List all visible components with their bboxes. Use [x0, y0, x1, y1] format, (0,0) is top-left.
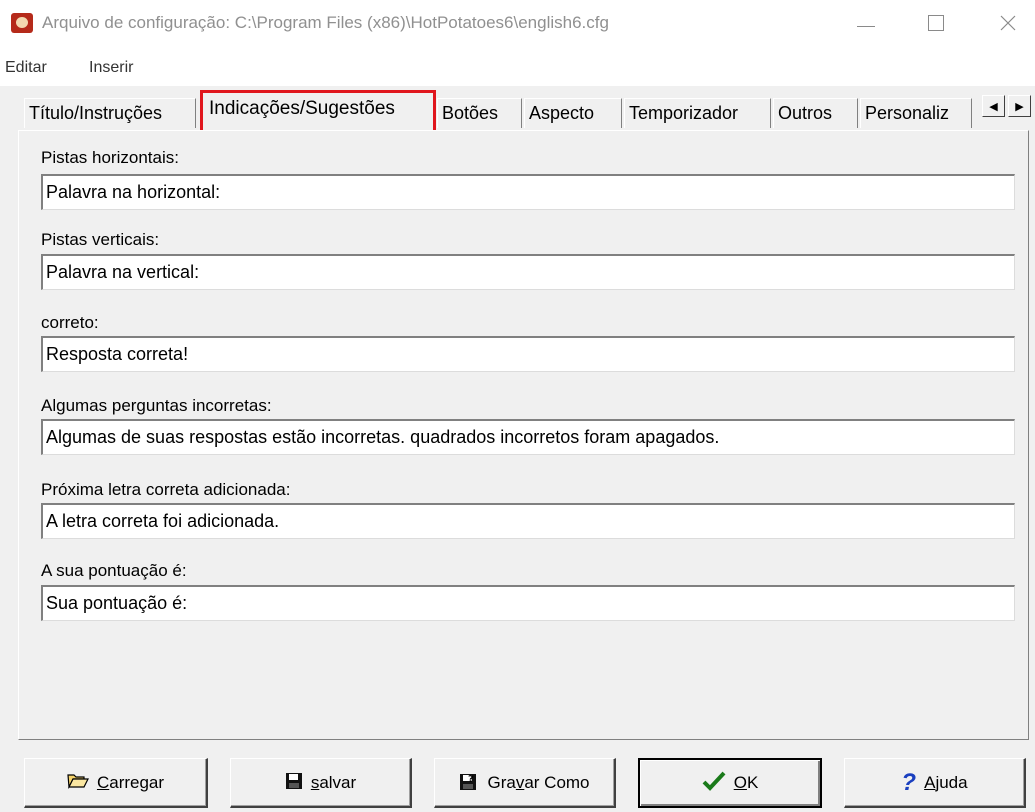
gravar-como-label: Gravar Como — [487, 772, 590, 792]
label-correto: correto: — [41, 313, 99, 332]
algumas-incorretas-input[interactable] — [41, 419, 1015, 455]
help-question-icon: ? — [901, 768, 917, 796]
pistas-verticais-input[interactable] — [41, 254, 1015, 290]
pistas-horizontais-input[interactable] — [41, 174, 1015, 210]
correto-input[interactable] — [41, 336, 1015, 372]
svg-text:?: ? — [468, 774, 474, 785]
title-bar: Arquivo de configuração: C:\Program File… — [0, 0, 1035, 50]
ok-button[interactable]: OK — [638, 758, 822, 808]
proxima-letra-input[interactable] — [41, 503, 1015, 539]
ajuda-button[interactable]: ? Ajuda — [844, 758, 1026, 808]
tab-strip: Título/Instruções Indicações/Sugestões B… — [0, 86, 1035, 132]
ok-label: OK — [733, 773, 759, 792]
hot-potatoes-app-icon[interactable] — [11, 13, 33, 33]
menu-editar[interactable]: Editar — [5, 59, 47, 77]
close-icon — [1000, 15, 1016, 31]
gravar-como-button[interactable]: ? Gravar Como — [434, 758, 616, 808]
tab-temporizador[interactable]: Temporizador — [624, 98, 771, 128]
tab-personaliz[interactable]: Personaliz — [860, 98, 972, 128]
ajuda-label: Ajuda — [924, 772, 968, 792]
checkmark-icon — [702, 771, 726, 795]
tab-scroll-left-icon[interactable]: ◀ — [982, 95, 1005, 117]
label-algumas-incorretas: Algumas perguntas incorretas: — [41, 396, 272, 415]
tab-outros[interactable]: Outros — [773, 98, 858, 128]
floppy-disk-icon — [285, 772, 303, 794]
tab-scroll-right-icon[interactable]: ▶ — [1008, 95, 1031, 117]
folder-open-icon — [67, 773, 89, 793]
salvar-button[interactable]: salvar — [230, 758, 412, 808]
tab-botoes[interactable]: Botões — [437, 98, 522, 128]
save-as-icon: ? — [459, 771, 479, 795]
minimize-button[interactable] — [843, 0, 889, 46]
sua-pontuacao-input[interactable] — [41, 585, 1015, 621]
label-sua-pontuacao: A sua pontuação é: — [41, 561, 187, 580]
menu-inserir[interactable]: Inserir — [89, 59, 133, 77]
maximize-button[interactable] — [913, 0, 959, 46]
tab-aspecto[interactable]: Aspecto — [524, 98, 622, 128]
carregar-button[interactable]: Carregar — [24, 758, 208, 808]
menu-bar: Editar Inserir — [0, 50, 1035, 86]
carregar-label: Carregar — [96, 772, 165, 792]
tab-titulo-instrucoes[interactable]: Título/Instruções — [24, 98, 196, 128]
label-pistas-verticais: Pistas verticais: — [41, 230, 160, 249]
minimize-icon — [857, 25, 875, 27]
maximize-icon — [928, 15, 944, 31]
close-button[interactable] — [985, 0, 1031, 46]
salvar-label: salvar — [310, 772, 357, 792]
window-title: Arquivo de configuração: C:\Program File… — [42, 13, 609, 32]
label-pistas-horizontais: Pistas horizontais: — [41, 148, 179, 167]
label-proxima-letra: Próxima letra correta adicionada: — [41, 480, 291, 499]
tab-indicacoes-sugestoes[interactable]: Indicações/Sugestões — [200, 90, 436, 130]
